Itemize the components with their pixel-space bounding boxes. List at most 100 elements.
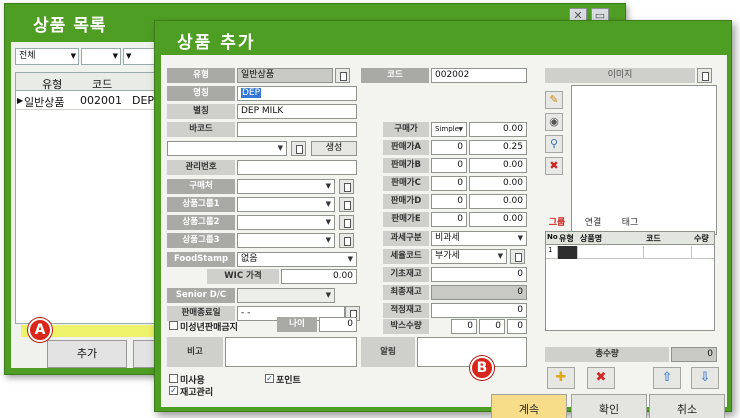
box-qty-input-1[interactable]: 0 [451,319,477,334]
add-icon[interactable]: ✚ [547,367,575,389]
delete-icon[interactable]: ✖ [545,157,563,175]
document-icon[interactable] [339,197,354,212]
price-e-input[interactable]: 0.00 [469,212,527,227]
webcam-icon[interactable]: ◉ [545,113,563,131]
document-icon[interactable] [510,249,525,264]
add-button[interactable]: 추가 [47,340,127,368]
chevron-down-icon: ▼ [325,200,331,208]
cancel-button[interactable]: 취소 [649,394,725,418]
box-qty-input-3[interactable]: 0 [507,319,527,334]
label-group2: 상품그룹2 [167,215,235,230]
chevron-down-icon: ▼ [277,144,283,152]
annotation-marker-a: A [28,318,52,342]
zoom-icon[interactable]: ⚲ [545,135,563,153]
price-a-qty-input[interactable]: 0 [431,140,467,155]
label-foodstamp: FoodStamp [167,252,235,267]
screen: 상품 목록 ✕ ▭ 전체 ▼ ▼ ▼ 유형 코드 ▶ 일반상품 002001 D… [0,0,740,418]
remove-icon[interactable]: ✖ [587,367,615,389]
price-d-input[interactable]: 0.00 [469,194,527,209]
manage-no-input[interactable] [237,160,357,175]
product-list-grid: 유형 코드 ▶ 일반상품 002001 DEP [15,72,165,324]
price-a-input[interactable]: 0.25 [469,140,527,155]
price-e-qty-input[interactable]: 0 [431,212,467,227]
document-icon[interactable] [339,215,354,230]
barcode-input[interactable] [237,122,357,137]
purchase-place-select[interactable]: ▼ [237,179,335,194]
filter-select-3[interactable]: ▼ [123,48,157,65]
tab-group[interactable]: 그룹 [545,216,569,230]
group2-select[interactable]: ▼ [237,215,335,230]
chevron-down-icon: ▼ [458,126,463,133]
label-manage-no: 관리번호 [167,160,235,175]
name-input[interactable]: DEP [237,86,357,101]
label-group3: 상품그룹3 [167,233,235,248]
chevron-down-icon: ▼ [347,255,353,263]
stock-manage-checkbox[interactable]: ✓ [169,386,178,395]
table-row[interactable]: 1 [546,246,714,259]
label-price-a: 판매가A [383,140,429,155]
document-icon[interactable] [339,179,354,194]
foodstamp-select[interactable]: 없음 ▼ [237,252,357,267]
label-alias: 별칭 [167,104,235,119]
label-price-b: 판매가B [383,158,429,173]
group3-select[interactable]: ▼ [237,233,335,248]
tax-code-select[interactable]: 부가세 ▼ [431,249,507,264]
box-qty-input-2[interactable]: 0 [479,319,505,334]
minor-sale-ban-checkbox[interactable] [169,321,178,330]
column-header-type[interactable]: 유형 [42,76,62,92]
filter-select[interactable]: 전체 ▼ [15,48,79,65]
continue-button[interactable]: 계속 [491,394,567,418]
tab-tag[interactable]: 태그 [617,216,643,230]
chevron-down-icon: ▼ [70,52,76,60]
price-d-qty-input[interactable]: 0 [431,194,467,209]
barcode-type-select[interactable]: ▼ [167,141,287,156]
label-name: 명칭 [167,86,235,101]
tab-link[interactable]: 연결 [579,216,607,230]
code-input[interactable]: 002002 [431,68,527,83]
document-icon[interactable] [697,68,712,83]
filter-value: 전체 [19,51,36,61]
age-input[interactable]: 0 [319,317,357,332]
grid-header: No 유형 상품명 코드 수량 [546,232,714,245]
purchase-mode-select[interactable]: Simple ▼ [431,122,467,137]
group1-select[interactable]: ▼ [237,197,335,212]
proper-stock-input[interactable]: 0 [431,303,527,318]
arrow-down-icon[interactable]: ⇩ [691,367,719,389]
price-c-input[interactable]: 0.00 [469,176,527,191]
purchase-mode-value: Simple [435,125,459,133]
filter-select-2[interactable]: ▼ [81,48,121,65]
stock-manage-label: 재고관리 [180,388,214,398]
label-alert: 알림 [361,337,415,367]
document-icon[interactable] [339,233,354,248]
tax-type-select[interactable]: 비과세 ▼ [431,231,527,246]
unused-checkbox[interactable] [169,374,178,383]
alias-input[interactable]: DEP MILK [237,104,357,119]
confirm-button[interactable]: 확인 [571,394,647,418]
label-tax-code: 세율코드 [383,249,429,264]
wic-price-input[interactable]: 0.00 [281,269,357,284]
base-stock-input[interactable]: 0 [431,267,527,282]
label-tax-type: 과세구분 [383,231,429,246]
table-row[interactable]: ▶ 일반상품 002001 DEP [16,92,164,110]
chevron-down-icon: ▼ [112,52,118,60]
generate-button[interactable]: 생성 [311,141,357,156]
price-b-qty-input[interactable]: 0 [431,158,467,173]
arrow-up-icon[interactable]: ⇧ [653,367,681,389]
col-code: 코드 [646,234,661,243]
price-b-input[interactable]: 0.00 [469,158,527,173]
point-checkbox[interactable]: ✓ [265,374,274,383]
col-product-name: 상품명 [580,234,603,243]
note-textarea[interactable] [225,337,357,367]
price-c-qty-input[interactable]: 0 [431,176,467,191]
folder-open-icon[interactable]: ✎ [545,91,563,109]
label-senior-dc: Senior D/C [167,288,235,303]
annotation-marker-b: B [470,356,494,380]
purchase-price-input[interactable]: 0.00 [469,122,527,137]
column-header-code[interactable]: 코드 [92,76,112,92]
senior-dc-select[interactable]: ▼ [237,288,335,303]
label-base-stock: 기초재고 [383,267,429,282]
row-code-cell [644,246,692,259]
col-qty: 수량 [694,234,709,243]
document-icon[interactable] [291,141,306,156]
document-icon[interactable] [335,68,350,83]
